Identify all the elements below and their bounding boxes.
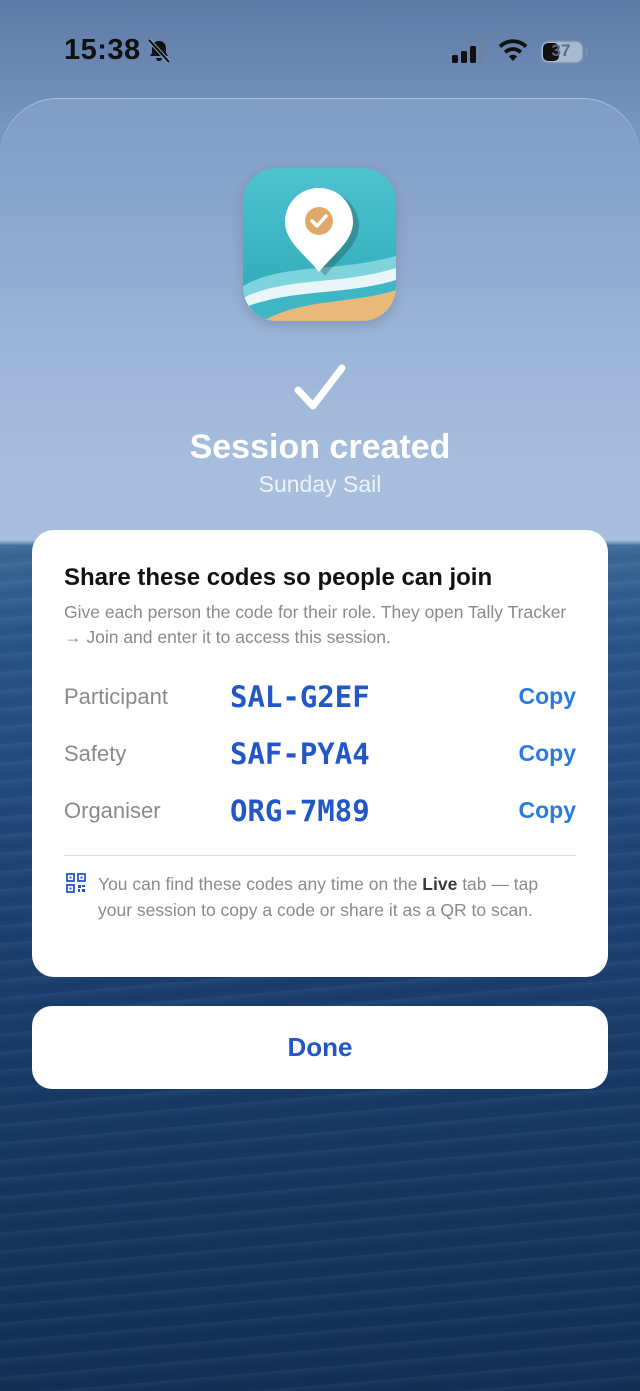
code-row-participant: Participant SAL-G2EF Copy	[64, 680, 576, 716]
bell-slash-icon	[147, 38, 171, 64]
safety-code: SAF-PYA4	[230, 737, 370, 771]
participant-code: SAL-G2EF	[230, 680, 370, 714]
app-icon	[243, 168, 396, 321]
codes-info-text: You can find these codes any time on the…	[98, 874, 539, 920]
copy-safety-button[interactable]: Copy	[519, 740, 577, 767]
done-button[interactable]: Done	[32, 1006, 608, 1089]
divider	[64, 855, 576, 856]
status-time: 15:38	[64, 34, 141, 66]
code-row-organiser: Organiser ORG-7M89 Copy	[64, 794, 576, 830]
cellular-signal-icon	[452, 41, 485, 63]
qr-code-icon	[66, 873, 86, 893]
code-row-safety: Safety SAF-PYA4 Copy	[64, 737, 576, 773]
battery-level: 37	[551, 41, 571, 60]
page-title: Session created	[189, 428, 451, 466]
organiser-code: ORG-7M89	[230, 794, 370, 828]
wifi-icon	[498, 39, 528, 61]
card-heading: Share these codes so people can join	[64, 564, 493, 591]
live-tab-reference: Live	[422, 874, 458, 894]
card-description: Give each person the code for their role…	[64, 602, 567, 647]
copy-participant-button[interactable]: Copy	[519, 683, 577, 710]
success-checkmark-icon	[294, 364, 346, 410]
session-name: Sunday Sail	[258, 471, 382, 497]
code-role-label: Organiser	[64, 798, 161, 823]
code-role-label: Safety	[64, 741, 127, 766]
copy-organiser-button[interactable]: Copy	[519, 797, 577, 824]
battery-icon: 37	[540, 40, 590, 69]
code-role-label: Participant	[64, 684, 168, 709]
status-bar: 15:38 37	[0, 0, 640, 98]
share-codes-card: Share these codes so people can join Giv…	[32, 530, 608, 977]
